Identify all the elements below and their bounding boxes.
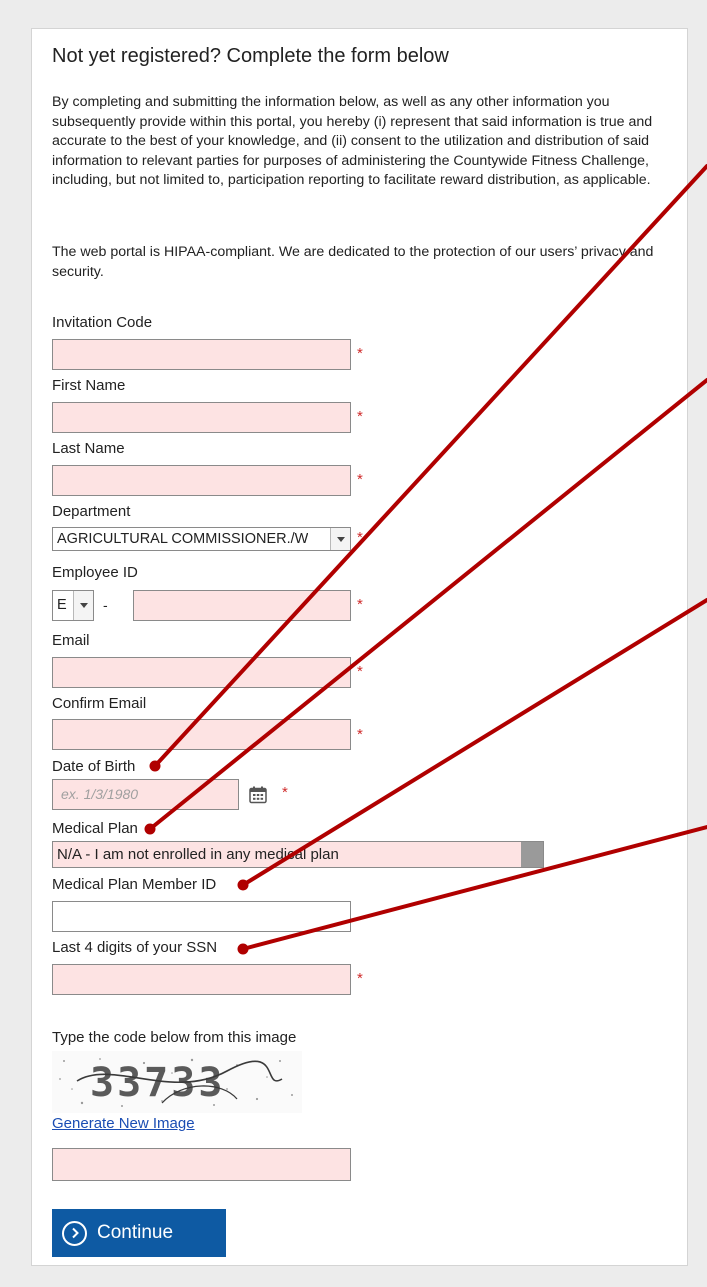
medical-plan-member-id-input[interactable]	[52, 901, 351, 932]
continue-label: Continue	[97, 1222, 174, 1243]
required-marker: *	[357, 596, 363, 613]
medical-plan-member-id-label: Medical Plan Member ID	[52, 876, 217, 893]
captcha-code: 33733	[90, 1060, 225, 1106]
form-title: Not yet registered? Complete the form be…	[52, 45, 449, 67]
ssn-last4-label: Last 4 digits of your SSN	[52, 939, 218, 956]
captcha-input[interactable]	[52, 1148, 351, 1181]
invitation-code-label: Invitation Code	[52, 314, 153, 331]
dropdown-arrow-icon[interactable]	[330, 528, 350, 550]
consent-paragraph: By completing and submitting the informa…	[52, 94, 653, 188]
required-marker: *	[357, 663, 363, 680]
email-label: Email	[52, 632, 90, 649]
employee-id-input[interactable]	[133, 590, 351, 621]
date-of-birth-label: Date of Birth	[52, 758, 136, 775]
required-marker: *	[357, 408, 363, 425]
ssn-last4-input[interactable]	[52, 964, 351, 995]
required-marker: *	[282, 784, 288, 801]
privacy-paragraph: The web portal is HIPAA-compliant. We ar…	[52, 244, 654, 280]
employee-id-prefix-value: E	[57, 597, 67, 613]
generate-new-image-link[interactable]: Generate New Image	[52, 1115, 195, 1132]
required-marker: *	[357, 529, 363, 546]
medical-plan-label: Medical Plan	[52, 820, 138, 837]
employee-id-label: Employee ID	[52, 564, 138, 581]
email-input[interactable]	[52, 657, 351, 688]
dropdown-arrow-icon[interactable]	[521, 842, 543, 867]
medical-plan-select[interactable]: N/A - I am not enrolled in any medical p…	[52, 841, 544, 868]
calendar-icon[interactable]	[249, 786, 267, 804]
employee-id-prefix-select[interactable]: E	[52, 590, 94, 621]
invitation-code-input[interactable]	[52, 339, 351, 370]
dropdown-arrow-icon[interactable]	[73, 591, 93, 620]
confirm-email-input[interactable]	[52, 719, 351, 750]
required-marker: *	[357, 726, 363, 743]
continue-button[interactable]: Continue	[52, 1209, 226, 1257]
registration-form-card: Not yet registered? Complete the form be…	[31, 28, 688, 1266]
department-selected-value: AGRICULTURAL COMMISSIONER./W	[57, 531, 309, 547]
chevron-right-circle-icon	[62, 1220, 87, 1246]
required-marker: *	[357, 471, 363, 488]
first-name-label: First Name	[52, 377, 126, 394]
captcha-label: Type the code below from this image	[52, 1029, 297, 1046]
date-of-birth-input[interactable]: ex. 1/3/1980	[52, 779, 239, 810]
employee-id-separator: -	[103, 597, 108, 613]
confirm-email-label: Confirm Email	[52, 695, 147, 712]
required-marker: *	[357, 970, 363, 987]
last-name-input[interactable]	[52, 465, 351, 496]
captcha-image: 33733	[52, 1051, 302, 1113]
department-select[interactable]: AGRICULTURAL COMMISSIONER./W	[52, 527, 351, 551]
first-name-input[interactable]	[52, 402, 351, 433]
department-label: Department	[52, 503, 131, 520]
required-marker: *	[357, 345, 363, 362]
last-name-label: Last Name	[52, 440, 125, 457]
medical-plan-selected-value: N/A - I am not enrolled in any medical p…	[57, 846, 339, 863]
